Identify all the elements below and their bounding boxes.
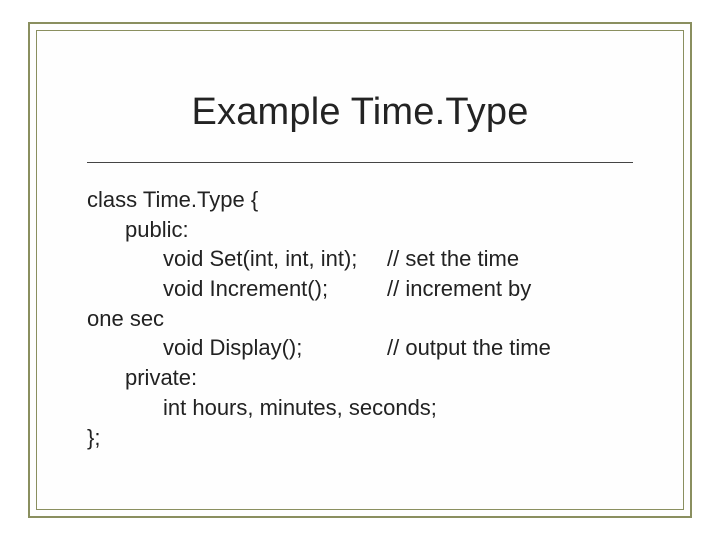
- code-comment: // set the time: [387, 244, 633, 274]
- code-text: class Time.Type {: [87, 185, 258, 215]
- slide-content: Example Time.Type class Time.Type { publ…: [37, 31, 683, 492]
- code-text: };: [87, 423, 100, 453]
- code-line: void Set(int, int, int); // set the time: [87, 244, 633, 274]
- slide-outer-frame: Example Time.Type class Time.Type { publ…: [28, 22, 692, 518]
- code-line: void Display(); // output the time: [87, 333, 633, 363]
- code-line: one sec: [87, 304, 633, 334]
- code-line: void Increment(); // increment by: [87, 274, 633, 304]
- code-text: void Increment();: [87, 274, 387, 304]
- code-text: int hours, minutes, seconds;: [163, 393, 437, 423]
- code-text: public:: [125, 215, 189, 245]
- code-line: public:: [87, 215, 633, 245]
- code-text: one sec: [87, 304, 164, 334]
- code-text: private:: [125, 363, 197, 393]
- code-line: int hours, minutes, seconds;: [87, 393, 633, 423]
- code-comment: // output the time: [387, 333, 633, 363]
- code-comment: // increment by: [387, 274, 633, 304]
- slide-title: Example Time.Type: [87, 91, 633, 134]
- code-line: private:: [87, 363, 633, 393]
- code-line: };: [87, 423, 633, 453]
- code-line: class Time.Type {: [87, 185, 633, 215]
- slide-inner-frame: Example Time.Type class Time.Type { publ…: [36, 30, 684, 510]
- code-text: void Set(int, int, int);: [87, 244, 387, 274]
- title-divider: [87, 162, 633, 163]
- code-block: class Time.Type { public: void Set(int, …: [87, 185, 633, 452]
- code-text: void Display();: [87, 333, 387, 363]
